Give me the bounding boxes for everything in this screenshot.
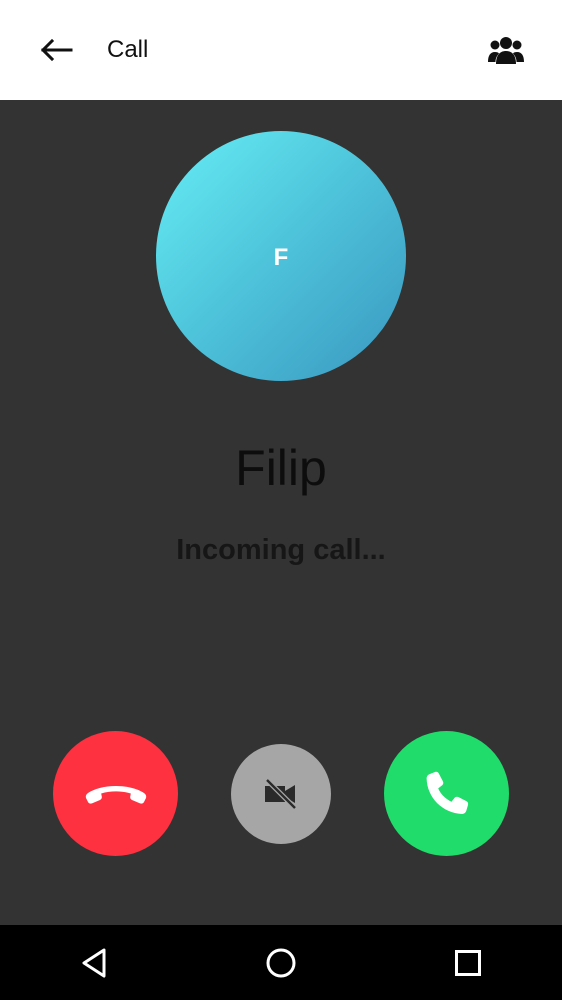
video-off-icon	[265, 778, 297, 810]
nav-back-button[interactable]	[74, 943, 114, 983]
nav-recents-button[interactable]	[448, 943, 488, 983]
call-status: Incoming call...	[176, 534, 386, 566]
call-screen: F Filip Incoming call...	[0, 100, 562, 925]
decline-call-button[interactable]	[53, 731, 178, 856]
page-title: Call	[107, 36, 149, 63]
system-nav-bar	[0, 925, 562, 1000]
phone-hangup-icon	[85, 785, 146, 804]
accept-call-button[interactable]	[384, 731, 509, 856]
caller-name: Filip	[235, 440, 327, 496]
nav-home-button[interactable]	[261, 943, 301, 983]
video-toggle-button[interactable]	[231, 744, 331, 844]
participants-button[interactable]	[484, 30, 528, 70]
nav-home-circle-icon	[266, 948, 296, 978]
avatar-initial: F	[273, 244, 289, 271]
nav-recents-square-icon	[455, 950, 481, 976]
people-group-icon	[488, 37, 524, 64]
back-button[interactable]	[36, 32, 76, 68]
arrow-left-icon	[40, 38, 73, 62]
phone-icon	[426, 771, 468, 814]
app-bar: Call	[0, 0, 562, 100]
avatar: F	[156, 131, 406, 381]
nav-back-triangle-icon	[82, 948, 106, 978]
